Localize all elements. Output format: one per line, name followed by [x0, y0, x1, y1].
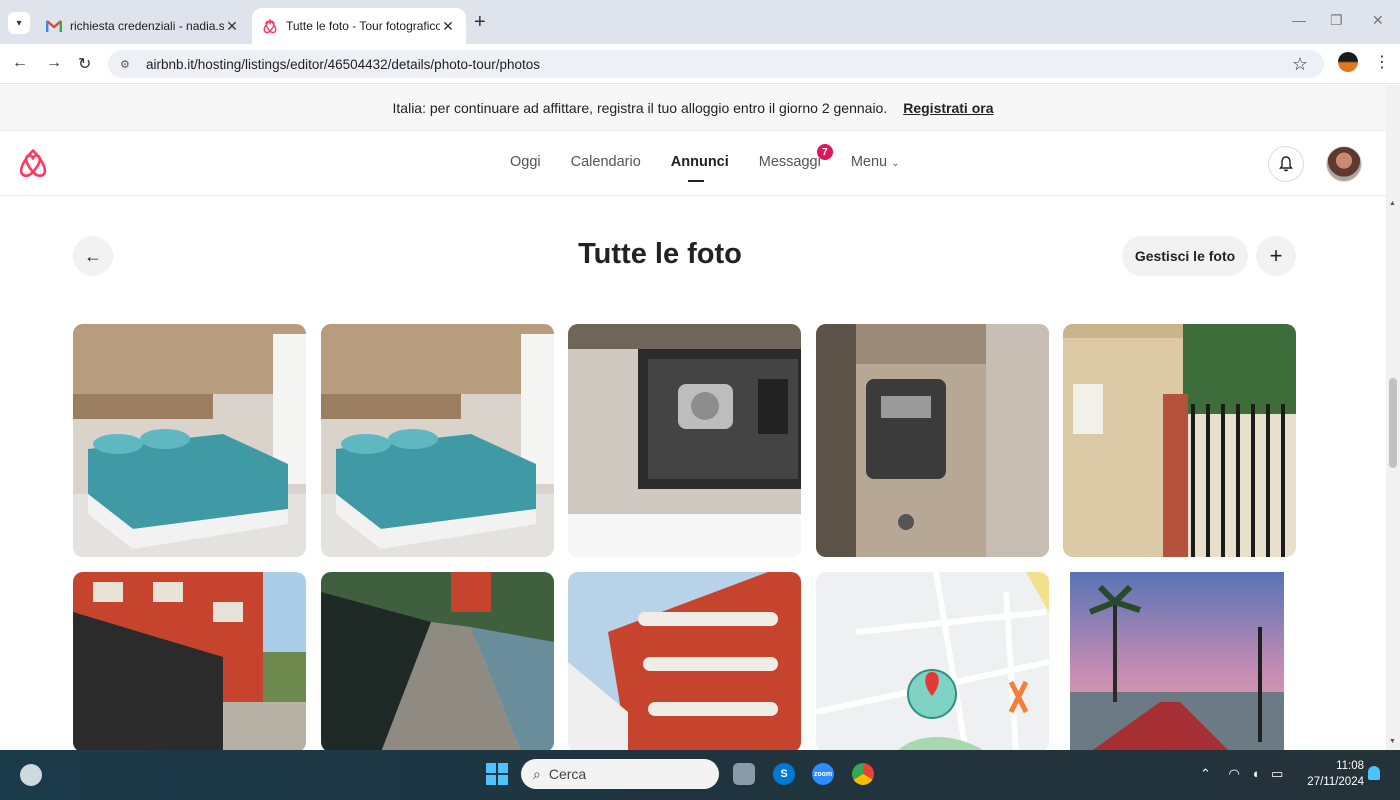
close-window-icon[interactable]: ✕ — [1372, 12, 1384, 29]
banner-text: Italia: per continuare ad affittare, reg… — [392, 99, 888, 116]
reload-icon[interactable]: ↻ — [78, 54, 91, 74]
file-explorer-icon[interactable] — [733, 763, 755, 785]
messages-badge: 7 — [816, 144, 833, 160]
minimize-icon[interactable]: — — [1292, 12, 1306, 28]
photo-bedroom-2[interactable] — [321, 324, 554, 557]
volume-icon[interactable]: ◖ — [1252, 766, 1260, 781]
photo-seafront-promenade[interactable] — [1070, 572, 1284, 752]
photo-rooftop-walkway[interactable] — [321, 572, 554, 752]
taskbar-clock[interactable]: 11:08 27/11/2024 — [1300, 758, 1364, 790]
scrollbar-thumb[interactable] — [1389, 378, 1397, 468]
nav-messaggi[interactable]: Messaggi 7 — [758, 144, 833, 170]
tab-gmail[interactable]: richiesta credenziali - nadia.scac ✕ — [36, 8, 250, 44]
zoom-icon[interactable]: zoom — [812, 763, 834, 785]
bookmark-star-icon[interactable]: ☆ — [1292, 54, 1308, 75]
photo-entrance-gate[interactable] — [1063, 324, 1296, 557]
registration-banner: Italia: per continuare ad affittare, reg… — [0, 85, 1386, 131]
photo-building-fence[interactable] — [73, 572, 306, 752]
airbnb-logo[interactable] — [18, 148, 48, 180]
register-now-link[interactable]: Registrati ora — [903, 100, 993, 116]
tab-title: Tutte le foto - Tour fotografico — [286, 19, 440, 33]
skype-icon[interactable]: S — [773, 763, 795, 785]
new-tab-icon[interactable]: + — [474, 12, 486, 32]
notifications-button[interactable] — [1268, 146, 1304, 182]
nav-menu-label: Menu — [850, 154, 888, 170]
close-tab-icon[interactable]: ✕ — [224, 18, 240, 35]
scroll-up-icon[interactable]: ▲ — [1389, 200, 1396, 207]
main-nav: Oggi Calendario Annunci Messaggi 7 Menu … — [510, 144, 930, 182]
close-tab-icon[interactable]: ✕ — [440, 18, 456, 35]
windows-taskbar: ⌕ Cerca S zoom ⌃ ◠ ◖ ▭ 11:08 27/11/2024 — [0, 750, 1400, 800]
scroll-down-icon[interactable]: ▼ — [1389, 738, 1396, 745]
tab-title: richiesta credenziali - nadia.scac — [70, 19, 224, 33]
clock-date: 27/11/2024 — [1307, 776, 1364, 788]
user-avatar[interactable] — [1326, 146, 1362, 182]
photo-safe[interactable] — [568, 324, 801, 557]
photo-building-facade[interactable] — [568, 572, 801, 752]
site-header: Oggi Calendario Annunci Messaggi 7 Menu … — [0, 132, 1386, 196]
photo-bedroom-1[interactable] — [73, 324, 306, 557]
address-bar[interactable]: ⚙ airbnb.it/hosting/listings/editor/4650… — [108, 50, 1324, 78]
chrome-icon[interactable] — [852, 763, 874, 785]
manage-photos-button[interactable]: Gestisci le foto — [1122, 236, 1248, 276]
browser-profile-icon[interactable] — [1338, 52, 1358, 72]
plus-icon: + — [1269, 243, 1283, 268]
taskbar-search[interactable]: ⌕ Cerca — [521, 759, 719, 789]
nav-menu[interactable]: Menu ⌄ — [851, 154, 900, 170]
notification-bell-icon[interactable] — [1368, 766, 1380, 780]
weather-icon[interactable] — [20, 764, 42, 786]
wifi-icon[interactable]: ◠ — [1229, 766, 1240, 781]
photo-key-lockbox[interactable] — [816, 324, 1049, 557]
browser-tabbar: ▾ richiesta credenziali - nadia.scac ✕ T… — [0, 0, 1400, 44]
browser-menu-icon[interactable]: ⋮ — [1374, 52, 1390, 72]
nav-oggi[interactable]: Oggi — [510, 154, 541, 170]
back-icon[interactable]: ← — [12, 54, 28, 72]
photo-map[interactable] — [816, 572, 1049, 752]
taskbar-search-label: Cerca — [548, 766, 587, 782]
add-photo-button[interactable]: + — [1256, 236, 1296, 276]
clock-time: 11:08 — [1336, 760, 1364, 772]
nav-calendario[interactable]: Calendario — [571, 154, 641, 170]
system-tray[interactable]: ⌃ ◠ ◖ ▭ — [1200, 766, 1283, 782]
windows-start-icon[interactable] — [486, 763, 508, 785]
browser-toolbar: ← → ↻ ⚙ airbnb.it/hosting/listings/edito… — [0, 44, 1400, 84]
gmail-icon — [46, 18, 62, 34]
tab-search-icon[interactable]: ▾ — [8, 12, 30, 34]
forward-icon[interactable]: → — [46, 54, 62, 72]
bell-icon — [1279, 156, 1293, 172]
chevron-up-icon[interactable]: ⌃ — [1200, 766, 1211, 781]
airbnb-icon — [262, 18, 278, 34]
nav-annunci[interactable]: Annunci — [671, 154, 729, 182]
chevron-down-icon: ⌄ — [891, 158, 900, 169]
tab-airbnb[interactable]: Tutte le foto - Tour fotografico ✕ — [252, 8, 466, 44]
search-icon: ⌕ — [533, 765, 541, 782]
site-settings-icon[interactable]: ⚙ — [120, 58, 134, 71]
restore-icon[interactable]: ❐ — [1330, 12, 1343, 29]
nav-messaggi-label: Messaggi — [758, 154, 821, 170]
battery-icon[interactable]: ▭ — [1271, 766, 1283, 781]
url-text: airbnb.it/hosting/listings/editor/465044… — [146, 56, 541, 72]
